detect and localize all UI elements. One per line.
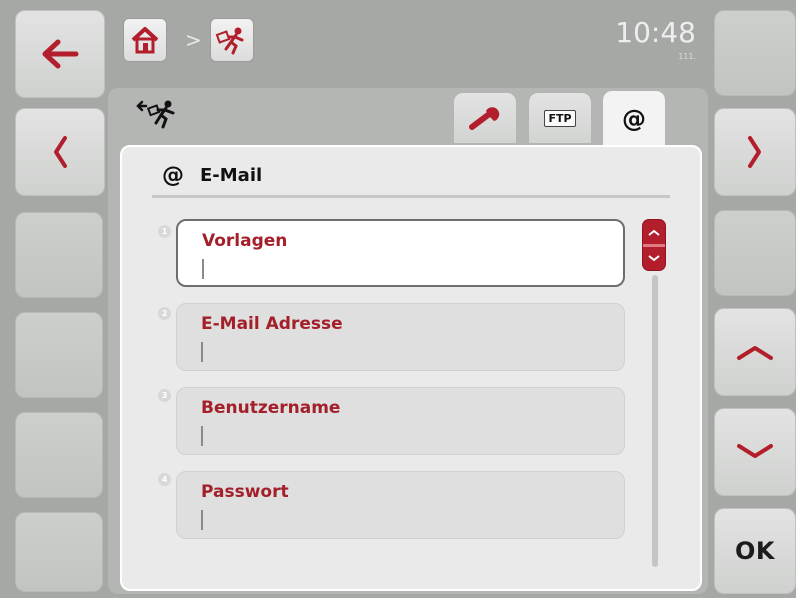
field-value: [202, 259, 204, 279]
previous-button[interactable]: [15, 108, 105, 196]
wrench-icon: [469, 107, 500, 130]
left-softkey-5[interactable]: [15, 412, 103, 498]
clock: 10:48: [615, 16, 696, 49]
field-label: Benutzername: [201, 398, 341, 418]
field-label: Passwort: [201, 482, 289, 502]
scrollbar-divider: [643, 244, 665, 247]
at-icon: @: [162, 163, 184, 188]
header: > 10:48 111.: [105, 8, 710, 96]
field-vorlagen[interactable]: Vorlagen: [176, 219, 625, 287]
field-email-address[interactable]: E-Mail Adresse: [176, 303, 625, 371]
at-icon: @: [622, 105, 646, 133]
right-softkey-1[interactable]: [714, 10, 796, 96]
left-softkey-3[interactable]: [15, 212, 103, 298]
field-number: 3: [158, 389, 171, 402]
field-password[interactable]: Passwort: [176, 471, 625, 539]
ok-label: OK: [735, 537, 775, 565]
chevron-down-icon: [648, 254, 660, 261]
app-breadcrumb[interactable]: [210, 18, 254, 62]
email-panel: @ E-Mail 1 Vorlagen 2 E-Mail Adresse 3 B…: [120, 145, 702, 591]
scrollbar-thumb[interactable]: [642, 219, 666, 271]
chevron-down-icon: [737, 444, 773, 458]
field-number: 4: [158, 473, 171, 486]
left-softkey-6[interactable]: [15, 512, 103, 592]
next-button[interactable]: [714, 108, 796, 196]
back-button[interactable]: [15, 10, 105, 98]
export-runner-icon: [215, 27, 244, 55]
field-label: Vorlagen: [202, 231, 288, 251]
right-softkey-3[interactable]: [714, 210, 796, 296]
tab-ftp[interactable]: FTP: [528, 92, 592, 144]
breadcrumb-separator: >: [185, 28, 202, 52]
chevron-left-icon: [54, 136, 67, 168]
field-value: [201, 342, 203, 362]
chevron-up-icon: [648, 229, 660, 236]
field-username[interactable]: Benutzername: [176, 387, 625, 455]
field-value: [201, 510, 203, 530]
ok-button[interactable]: OK: [714, 508, 796, 594]
field-number: 2: [158, 307, 171, 320]
clock-sub: 111.: [678, 52, 696, 61]
divider: [152, 195, 670, 198]
home-icon: [131, 27, 159, 54]
home-breadcrumb[interactable]: [123, 18, 167, 62]
field-label: E-Mail Adresse: [201, 314, 343, 334]
scroll-up-button[interactable]: [714, 308, 796, 396]
ftp-icon: FTP: [544, 109, 576, 127]
field-number: 1: [158, 225, 171, 238]
tab-settings[interactable]: [453, 92, 517, 144]
panel-header: @ E-Mail: [162, 163, 262, 188]
export-runner-icon: [136, 100, 175, 129]
chevron-up-icon: [737, 346, 773, 360]
scroll-down-button[interactable]: [714, 408, 796, 496]
left-softkey-4[interactable]: [15, 312, 103, 398]
tab-email[interactable]: @: [602, 90, 666, 150]
scrollbar-track[interactable]: [652, 275, 658, 567]
arrow-left-icon: [42, 39, 79, 69]
panel-title: E-Mail: [200, 165, 263, 186]
field-value: [201, 426, 203, 446]
chevron-right-icon: [748, 136, 761, 168]
